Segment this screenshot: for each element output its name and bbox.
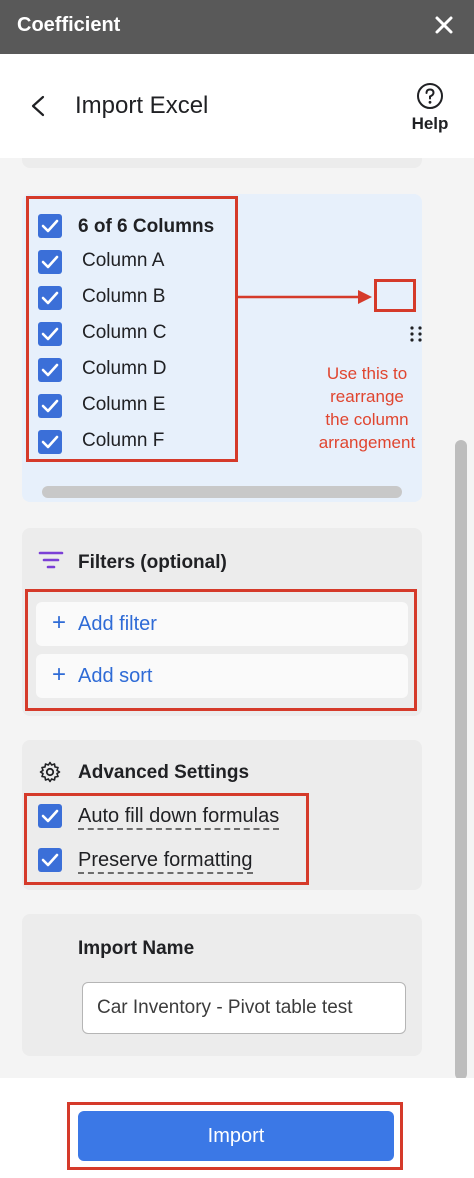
advanced-highlight-box [24,793,309,885]
import-name-title: Import Name [78,938,195,959]
gear-icon [38,760,62,784]
annotation-text: Use this to rearrange the column arrange… [292,362,442,454]
help-button[interactable]: Help [404,82,456,142]
import-name-input[interactable] [82,982,406,1034]
advanced-settings-title: Advanced Settings [78,762,250,783]
annotation-arrow-icon [238,290,372,304]
filters-title: Filters (optional) [78,552,227,573]
panel-header: Import Excel Help [0,54,474,158]
back-arrow-icon[interactable] [28,94,50,118]
previous-section-edge [22,158,422,168]
help-label: Help [411,114,449,133]
horizontal-scrollbar[interactable] [42,486,402,498]
annotation-line-2: rearrange [330,387,404,406]
import-name-card: Import Name [22,914,422,1056]
columns-highlight-box [26,196,238,462]
drag-handle-icon[interactable] [404,320,428,348]
annotation-line-1: Use this to [326,364,408,383]
footer: Import [0,1078,474,1178]
help-icon [416,82,444,110]
app-name: Coefficient [17,14,121,36]
annotation-line-3: the column [325,410,409,429]
annotation-line-4: arrangement [318,433,416,452]
drag-handle-highlight-box [374,279,416,312]
scroll-content[interactable]: 6 of 6 Columns Column A Column B Column … [0,158,474,1078]
title-bar: Coefficient [0,0,474,54]
page-title: Import Excel [75,92,209,119]
filters-highlight-box [25,589,417,711]
close-icon[interactable] [432,13,456,37]
vertical-scrollbar[interactable] [455,440,467,1078]
filter-icon [38,550,64,570]
import-highlight-box [67,1102,403,1170]
